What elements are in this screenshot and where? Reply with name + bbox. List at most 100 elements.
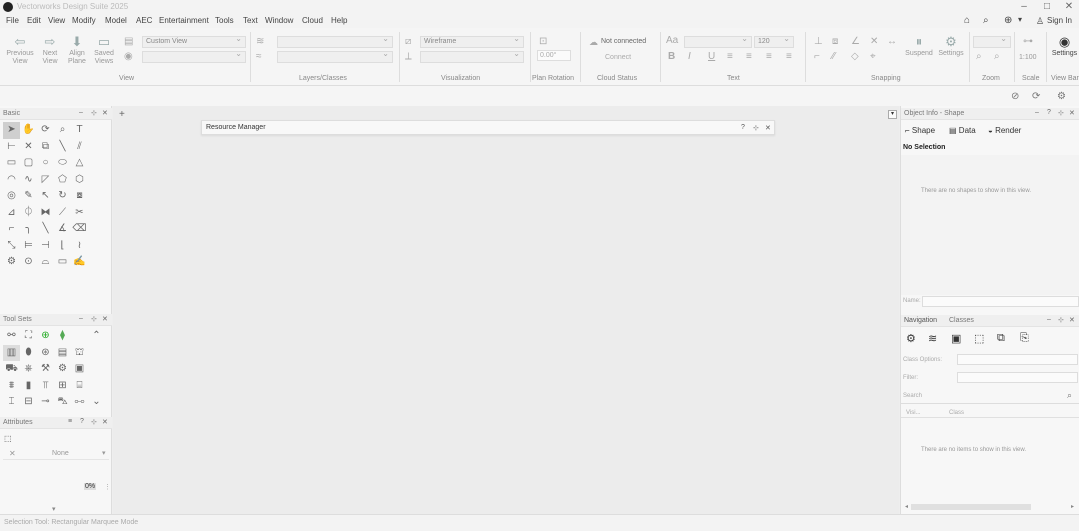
chamfer-tool-icon[interactable]: ╮ <box>20 221 37 238</box>
toolset-space-icon[interactable]: ⊞ <box>54 378 71 395</box>
close-icon[interactable]: ✕ <box>1069 316 1075 324</box>
minimize-icon[interactable]: – <box>1017 1 1031 13</box>
distribute-tool-icon[interactable]: ⊨ <box>20 238 37 255</box>
help-icon[interactable]: ? <box>1047 109 1051 116</box>
circle-gear-tool-icon[interactable]: ⚙ <box>3 254 20 271</box>
align-left-icon[interactable]: ≡ <box>727 51 733 62</box>
font-dropdown[interactable] <box>684 34 752 48</box>
menu-view[interactable]: View <box>48 16 65 25</box>
spiral-tool-icon[interactable]: ◎ <box>3 188 20 205</box>
toolset-beam-icon[interactable]: ⌶ <box>3 394 20 411</box>
camera-icon[interactable]: ◉ <box>124 51 133 62</box>
expand-icon[interactable]: ▾ <box>52 505 56 513</box>
pin-icon[interactable]: ⊹ <box>1058 316 1064 324</box>
nav-references-icon[interactable]: ⎘ <box>1020 332 1029 345</box>
underline-icon[interactable]: U <box>708 51 715 62</box>
toolset-site-icon[interactable]: ⧫ <box>54 328 71 345</box>
class-dropdown[interactable] <box>277 49 393 63</box>
snap-edge-icon[interactable]: ⌐ <box>814 51 820 62</box>
bold-icon[interactable]: B <box>668 51 675 62</box>
circle-tool-icon[interactable]: ○ <box>37 155 54 172</box>
rounded-rect-tool-icon[interactable]: ▢ <box>20 155 37 172</box>
snapping-settings-button[interactable]: ⚙ Settings <box>936 34 966 58</box>
tab-list-dropdown[interactable]: ▾ <box>888 110 897 119</box>
arch-tool-icon[interactable]: ⌓ <box>37 254 54 271</box>
zoom-tool-icon[interactable]: ⌕ <box>54 122 71 139</box>
snap-surface-icon[interactable]: ◇ <box>851 51 859 62</box>
bend-tool-icon[interactable]: ╲ <box>37 221 54 238</box>
menu-modify[interactable]: Modify <box>72 16 96 25</box>
rect-frame-tool-icon[interactable]: ▭ <box>54 254 71 271</box>
align-plane-button[interactable]: ⬇ Align Plane <box>65 34 89 66</box>
toolset-misc-icon[interactable]: ⧟ <box>71 394 88 411</box>
toolset-globe-icon[interactable]: ⊛ <box>37 345 54 362</box>
menu-help[interactable]: Help <box>331 16 347 25</box>
clip-tool-icon[interactable]: ✂ <box>71 205 88 222</box>
rotate-tool-icon[interactable]: ↻ <box>54 188 71 205</box>
toolset-stairs-icon[interactable]: ⩩ <box>3 378 20 395</box>
globe-icon[interactable]: ⊕ <box>1004 15 1012 26</box>
eraser-tool-icon[interactable]: ⌫ <box>71 221 88 238</box>
class-column-header[interactable]: Class <box>949 410 964 416</box>
dimension-tool-icon[interactable]: ⊢ <box>3 139 20 156</box>
render-mode-dropdown[interactable]: Wireframe <box>420 34 524 48</box>
corner-tool-icon[interactable]: ⌊ <box>54 238 71 255</box>
search-input[interactable]: Search <box>903 393 922 399</box>
snap-distance-icon[interactable]: ↔ <box>887 36 897 47</box>
zoom-out-icon[interactable]: ⌕ <box>994 51 1000 62</box>
scale-icon[interactable]: ⊶ <box>1023 36 1033 47</box>
search-icon[interactable]: ⌕ <box>983 15 989 26</box>
data-tab[interactable]: ▤ Data <box>949 126 976 135</box>
help-icon[interactable]: ? <box>741 124 745 131</box>
toolset-lighting-icon[interactable]: ⎈ <box>20 361 37 378</box>
help-icon[interactable]: ? <box>80 418 84 425</box>
sign-in-link[interactable]: Sign In <box>1047 16 1072 25</box>
align-right-icon[interactable]: ≡ <box>766 51 772 62</box>
scroll-up-icon[interactable]: ⌃ <box>88 328 105 345</box>
nav-layers-icon[interactable]: ≋ <box>928 332 937 345</box>
polyline-tool-icon[interactable]: ◸ <box>37 172 54 189</box>
add-tab-icon[interactable]: + <box>119 109 125 120</box>
classes-tab[interactable]: Classes <box>949 317 974 324</box>
toolset-cable-icon[interactable]: ⊸ <box>37 394 54 411</box>
flyover-tool-icon[interactable]: ⟳ <box>37 122 54 139</box>
toolset-doc-icon[interactable]: ▤ <box>54 345 71 362</box>
font-icon[interactable]: Aa <box>666 35 678 46</box>
search-icon[interactable]: ⌕ <box>1067 390 1072 401</box>
pen-tool-icon[interactable]: ✎ <box>20 188 37 205</box>
menu-file[interactable]: File <box>6 16 19 25</box>
pan-tool-icon[interactable]: ✋ <box>20 122 37 139</box>
scroll-left-icon[interactable]: ◂ <box>905 503 908 510</box>
menu-tools[interactable]: Tools <box>215 16 234 25</box>
menu-text[interactable]: Text <box>243 16 258 25</box>
nav-settings-icon[interactable]: ⚙ <box>906 332 916 345</box>
render-tab[interactable]: ◒ Render <box>988 126 1021 135</box>
plan-rotation-icon[interactable]: ⊡ <box>539 36 547 47</box>
fill-style-row[interactable]: ✕ None ▾ <box>3 447 109 460</box>
projection-icon[interactable]: ⟂ <box>405 51 412 62</box>
close-icon[interactable]: ✕ <box>765 124 771 132</box>
offset-tool-icon[interactable]: ⧇ <box>71 188 88 205</box>
snap-object-icon[interactable]: ⧈ <box>832 36 838 47</box>
rectangle-tool-icon[interactable]: ▭ <box>3 155 20 172</box>
snap-grid-icon[interactable]: ⊥ <box>814 36 823 47</box>
align-center-icon[interactable]: ≡ <box>746 51 752 62</box>
menu-icon[interactable]: – <box>1035 109 1039 116</box>
pin-icon[interactable]: ⊹ <box>91 315 97 323</box>
saved-views-button[interactable]: ▭ Saved Views <box>91 34 117 66</box>
toolset-plumbing-icon[interactable]: ⫪ <box>37 378 54 395</box>
layers-icon[interactable]: ≋ <box>256 36 264 47</box>
toolset-rigging-icon[interactable]: ⚒ <box>37 361 54 378</box>
stamp-tool-icon[interactable]: ✍ <box>71 254 88 271</box>
font-size-dropdown[interactable]: 120 <box>754 34 794 48</box>
toolset-screen-icon[interactable]: ▣ <box>71 361 88 378</box>
selection-tool-icon[interactable]: ➤ <box>3 122 20 139</box>
toolset-machine-icon[interactable]: ⚙ <box>54 361 71 378</box>
zoom-in-icon[interactable]: ⌕ <box>976 51 982 62</box>
double-line-tool-icon[interactable]: ⫽ <box>71 139 88 156</box>
fillet-tool-icon[interactable]: ⌐ <box>3 221 20 238</box>
maximize-icon[interactable]: □ <box>1040 1 1054 13</box>
toolset-vehicle-icon[interactable]: ⛍ <box>54 394 71 411</box>
drawing-canvas[interactable] <box>113 106 899 514</box>
flyover-icon[interactable]: ⟳ <box>1032 91 1040 102</box>
